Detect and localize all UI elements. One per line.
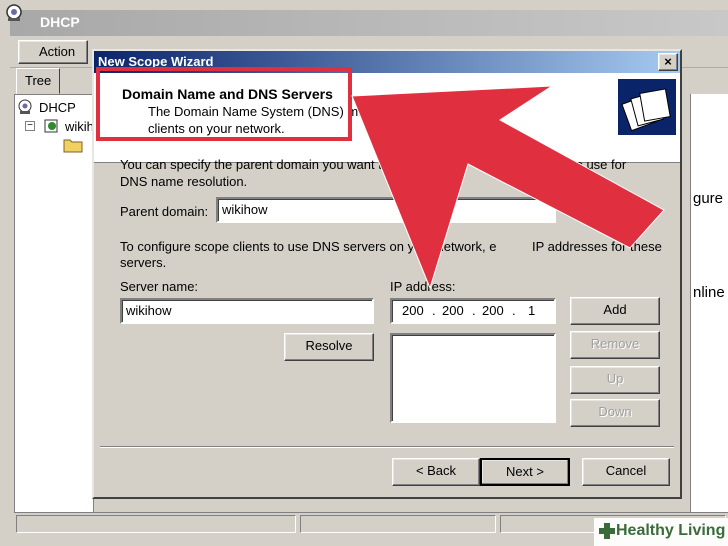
up-button[interactable]: Up (570, 366, 660, 394)
tree-item-dhcp[interactable]: DHCP (39, 100, 76, 115)
ip-octet[interactable]: 200 (442, 303, 464, 318)
server-icon (43, 117, 61, 135)
server-name-input[interactable]: wikihow (120, 298, 374, 324)
tree-item-server[interactable]: wikih (65, 119, 94, 134)
dns-instructions: To configure scope clients to use DNS se… (120, 239, 497, 254)
ip-octet[interactable]: 200 (482, 303, 504, 318)
background-window-title: DHCP (40, 14, 80, 30)
plus-icon (599, 523, 615, 539)
details-text-fragment: nline (693, 284, 725, 301)
dns-instructions: servers. (120, 255, 167, 270)
status-cell (16, 515, 296, 533)
tab-tree[interactable]: Tree (16, 68, 60, 94)
intro-text: DNS name resolution. (120, 174, 248, 189)
down-button[interactable]: Down (570, 399, 660, 427)
parent-domain-label: Parent domain: (120, 204, 209, 219)
new-scope-wizard-dialog: New Scope Wizard × Domain Name and DNS S… (92, 49, 682, 499)
folders-icon (618, 79, 676, 135)
dns-server-list[interactable] (390, 333, 556, 423)
background-window-titlebar: DHCP (10, 10, 728, 36)
dhcp-icon (17, 99, 33, 115)
folder-icon (63, 137, 83, 153)
ip-address-label: IP address: (390, 279, 456, 294)
close-button[interactable]: × (658, 53, 678, 71)
ip-dot: . (512, 303, 516, 318)
dhcp-app-icon (6, 4, 22, 21)
details-panel: gure nline (690, 94, 728, 530)
next-button[interactable]: Next > (480, 458, 570, 486)
intro-text: You can specify the parent domain you wa… (120, 157, 431, 172)
ip-octet[interactable]: 1 (528, 303, 535, 318)
ip-dot: . (472, 303, 476, 318)
highlight-box (96, 67, 352, 141)
details-text-fragment: gure (693, 190, 724, 207)
ip-dot: . (432, 303, 436, 318)
remove-button[interactable]: Remove (570, 331, 660, 359)
server-name-label: Server name: (120, 279, 199, 294)
action-menu[interactable]: Action (18, 40, 88, 64)
dns-instructions-end: IP addresses for these (532, 239, 662, 254)
back-button[interactable]: < Back (392, 458, 480, 486)
tree-panel: DHCP − wikih (14, 94, 94, 530)
tree-collapse-toggle[interactable]: − (25, 121, 35, 131)
cancel-button[interactable]: Cancel (582, 458, 670, 486)
ip-address-input[interactable]: 200 . 200 . 200 . 1 (390, 298, 556, 324)
divider (100, 446, 674, 448)
add-button[interactable]: Add (570, 297, 660, 325)
intro-text-end: to use for (572, 157, 627, 172)
ip-octet[interactable]: 200 (402, 303, 424, 318)
watermark-text: Healthy Living (616, 522, 726, 539)
parent-domain-input[interactable]: wikihow (216, 197, 556, 223)
resolve-button[interactable]: Resolve (284, 333, 374, 361)
status-cell (300, 515, 496, 533)
